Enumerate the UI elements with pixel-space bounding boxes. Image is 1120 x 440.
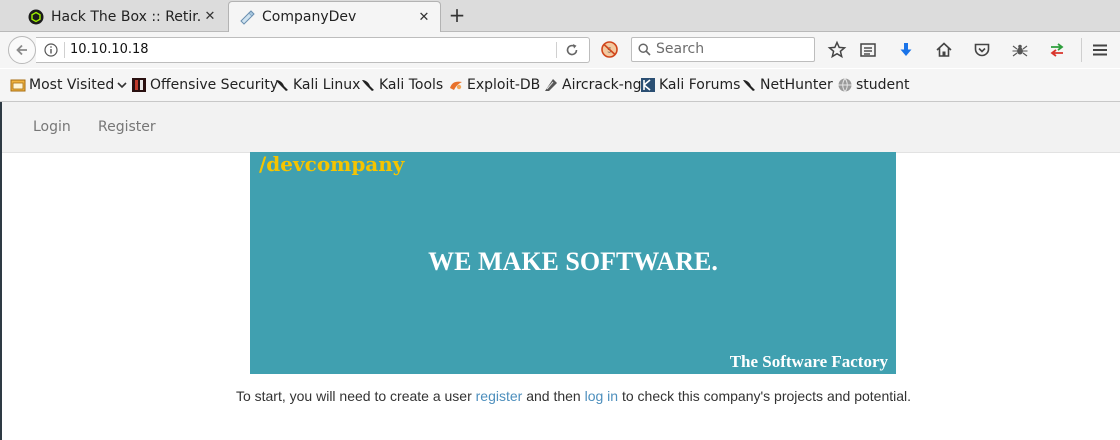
bookmark-label: Aircrack-ng bbox=[562, 77, 642, 93]
kali-dragon-icon bbox=[362, 80, 374, 91]
bookmarks-toolbar: Most Visited Offensive Security Kali Lin… bbox=[0, 69, 1120, 102]
bookmark-label: Kali Linux bbox=[293, 77, 361, 93]
bookmark-offensive-security[interactable]: Offensive Security bbox=[131, 75, 278, 95]
back-button[interactable] bbox=[8, 36, 36, 64]
desktop-edge bbox=[0, 102, 2, 440]
offsec-icon bbox=[132, 78, 146, 92]
tab-hackthebox[interactable]: Hack The Box :: Retir... ✕ bbox=[18, 2, 226, 31]
back-icon bbox=[16, 44, 27, 56]
browser-window: Hack The Box :: Retir... ✕ CompanyDev ✕ … bbox=[0, 0, 1120, 440]
tab-title: CompanyDev bbox=[262, 9, 357, 25]
close-tab-icon[interactable]: ✕ bbox=[416, 10, 432, 25]
globe-icon bbox=[838, 78, 852, 93]
tab-companydev[interactable]: CompanyDev ✕ bbox=[228, 1, 441, 32]
kali-forums-icon bbox=[641, 78, 655, 92]
sync-arrows-icon[interactable] bbox=[1047, 40, 1067, 60]
bookmark-label: NetHunter bbox=[760, 77, 833, 93]
new-tab-button[interactable]: + bbox=[446, 4, 468, 26]
kali-dragon-icon bbox=[276, 80, 288, 91]
spider-icon[interactable] bbox=[1010, 40, 1030, 60]
chevron-down-icon bbox=[117, 82, 127, 89]
exploitdb-icon bbox=[450, 81, 462, 90]
reading-list-icon[interactable] bbox=[858, 40, 878, 60]
page-content: Login Register /devcompany WE MAKE SOFTW… bbox=[0, 102, 1120, 440]
register-link[interactable]: Register bbox=[98, 119, 156, 135]
noscript-icon[interactable]: S bbox=[601, 41, 618, 58]
home-icon[interactable] bbox=[934, 40, 954, 60]
url-separator bbox=[556, 42, 557, 58]
banner-headline: WE MAKE SOFTWARE. bbox=[428, 247, 718, 276]
info-icon[interactable] bbox=[44, 43, 58, 57]
search-icon bbox=[638, 43, 651, 56]
brand-title: /devcompany bbox=[259, 152, 405, 176]
bookmark-kali-forums[interactable]: Kali Forums bbox=[640, 75, 740, 95]
reload-icon[interactable] bbox=[564, 42, 580, 58]
bookmark-label: Kali Forums bbox=[659, 77, 741, 93]
toolbar-separator bbox=[1081, 38, 1082, 62]
intro-text-part: To start, you will need to create a user bbox=[235, 388, 476, 404]
login-link[interactable]: Login bbox=[33, 119, 71, 135]
bookmark-label: Most Visited bbox=[29, 77, 115, 93]
bookmark-nethunter[interactable]: NetHunter bbox=[741, 75, 833, 95]
bookmark-most-visited[interactable]: Most Visited bbox=[10, 75, 128, 95]
star-icon[interactable] bbox=[827, 40, 847, 60]
navigation-toolbar: 10.10.10.18 S Search bbox=[0, 32, 1120, 68]
folder-icon bbox=[10, 79, 26, 92]
pocket-icon[interactable] bbox=[972, 40, 992, 60]
bookmark-exploit-db[interactable]: Exploit-DB bbox=[448, 75, 540, 95]
login-inline-link[interactable]: log in bbox=[585, 388, 618, 404]
bookmark-kali-tools[interactable]: Kali Tools bbox=[360, 75, 443, 95]
bookmark-aircrack-ng[interactable]: Aircrack-ng bbox=[543, 75, 642, 95]
bookmark-label: Exploit-DB bbox=[467, 77, 541, 93]
bookmark-kali-linux[interactable]: Kali Linux bbox=[274, 75, 360, 95]
url-separator bbox=[64, 42, 65, 58]
intro-text: To start, you will need to create a user… bbox=[0, 388, 1120, 404]
tab-strip: Hack The Box :: Retir... ✕ CompanyDev ✕ … bbox=[0, 0, 1120, 32]
hackthebox-icon bbox=[28, 9, 44, 24]
search-placeholder: Search bbox=[656, 41, 705, 57]
bookmark-label: Offensive Security bbox=[150, 77, 279, 93]
download-icon[interactable] bbox=[896, 40, 916, 60]
page-icon bbox=[240, 10, 255, 25]
register-inline-link[interactable]: register bbox=[476, 388, 523, 404]
aircrack-icon bbox=[545, 79, 557, 91]
url-text[interactable]: 10.10.10.18 bbox=[70, 42, 149, 57]
url-bar[interactable]: 10.10.10.18 bbox=[36, 37, 590, 63]
kali-dragon-icon bbox=[743, 80, 755, 91]
hero-banner: /devcompany WE MAKE SOFTWARE. The Softwa… bbox=[250, 152, 896, 374]
close-tab-icon[interactable]: ✕ bbox=[202, 9, 218, 24]
banner-tagline: The Software Factory bbox=[729, 352, 888, 371]
bookmark-label: student bbox=[856, 77, 910, 93]
menu-icon[interactable] bbox=[1090, 40, 1110, 60]
search-box[interactable]: Search bbox=[631, 37, 815, 62]
bookmark-student[interactable]: student bbox=[837, 75, 910, 95]
site-navbar: Login Register bbox=[2, 102, 1120, 153]
bookmark-label: Kali Tools bbox=[379, 77, 444, 93]
intro-text-part: and then bbox=[522, 388, 585, 404]
intro-text-part: to check this company's projects and pot… bbox=[618, 388, 912, 404]
tab-title: Hack The Box :: Retir... bbox=[51, 8, 202, 25]
